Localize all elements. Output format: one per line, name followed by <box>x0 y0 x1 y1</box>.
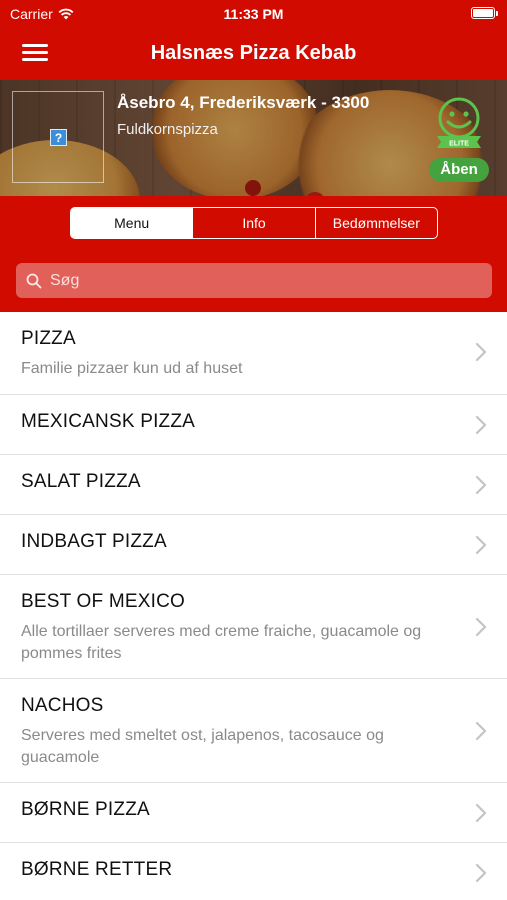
elite-badge-text: ELITE <box>449 141 469 148</box>
open-status-badge: Åben <box>429 158 489 182</box>
category-description: Alle tortillaer serveres med creme fraic… <box>21 623 422 662</box>
list-item[interactable]: MEXICANSK PIZZA <box>0 395 507 455</box>
status-time: 11:33 PM <box>223 6 284 22</box>
segmented-control: Menu Info Bedømmelser <box>70 207 438 239</box>
list-item[interactable]: BEST OF MEXICO Alle tortillaer serveres … <box>0 575 507 679</box>
chevron-right-icon <box>475 721 487 741</box>
restaurant-title: Halsnæs Pizza Kebab <box>150 42 357 64</box>
status-bar: Carrier 11:33 PM <box>0 0 507 28</box>
navigation-bar: Halsnæs Pizza Kebab <box>0 28 507 80</box>
category-description: Serveres med smeltet ost, jalapenos, tac… <box>21 727 384 766</box>
category-title: INDBAGT PIZZA <box>21 531 167 552</box>
search-bar[interactable] <box>16 263 492 298</box>
chevron-right-icon <box>475 342 487 362</box>
category-title: SALAT PIZZA <box>21 471 141 492</box>
category-title: BØRNE PIZZA <box>21 799 150 820</box>
chevron-right-icon <box>475 535 487 555</box>
search-icon <box>26 273 42 288</box>
tab-info[interactable]: Info <box>192 208 314 238</box>
battery-icon <box>471 7 498 19</box>
tab-menu[interactable]: Menu <box>71 208 193 238</box>
restaurant-address: Åsebro 4, Frederiksværk - 3300 <box>117 93 370 112</box>
list-item[interactable]: BØRNE PIZZA <box>0 783 507 843</box>
category-title: PIZZA <box>21 328 76 349</box>
category-title: BØRNE RETTER <box>21 859 173 880</box>
restaurant-subtitle: Fuldkornspizza <box>117 121 218 138</box>
category-title: BEST OF MEXICO <box>21 591 185 612</box>
list-item[interactable]: BØRNE RETTER <box>0 843 507 900</box>
elite-smiley-icon: ELITE <box>437 97 481 148</box>
chevron-right-icon <box>475 617 487 637</box>
list-item[interactable]: INDBAGT PIZZA <box>0 515 507 575</box>
chevron-right-icon <box>475 803 487 823</box>
list-item[interactable]: NACHOS Serveres med smeltet ost, jalapen… <box>0 679 507 783</box>
chevron-right-icon <box>475 415 487 435</box>
category-title: NACHOS <box>21 695 104 716</box>
list-item[interactable]: SALAT PIZZA <box>0 455 507 515</box>
tabs-and-search: Menu Info Bedømmelser <box>0 196 507 312</box>
search-input[interactable] <box>50 271 470 290</box>
chevron-right-icon <box>475 863 487 883</box>
chevron-right-icon <box>475 475 487 495</box>
tab-reviews[interactable]: Bedømmelser <box>314 208 437 238</box>
restaurant-logo: ? <box>12 91 104 183</box>
category-title: MEXICANSK PIZZA <box>21 411 196 432</box>
image-placeholder-icon: ? <box>50 129 67 146</box>
list-item[interactable]: PIZZA Familie pizzaer kun ud af huset <box>0 312 507 395</box>
category-description: Familie pizzaer kun ud af huset <box>21 360 243 377</box>
category-list: PIZZA Familie pizzaer kun ud af huset ME… <box>0 312 507 900</box>
